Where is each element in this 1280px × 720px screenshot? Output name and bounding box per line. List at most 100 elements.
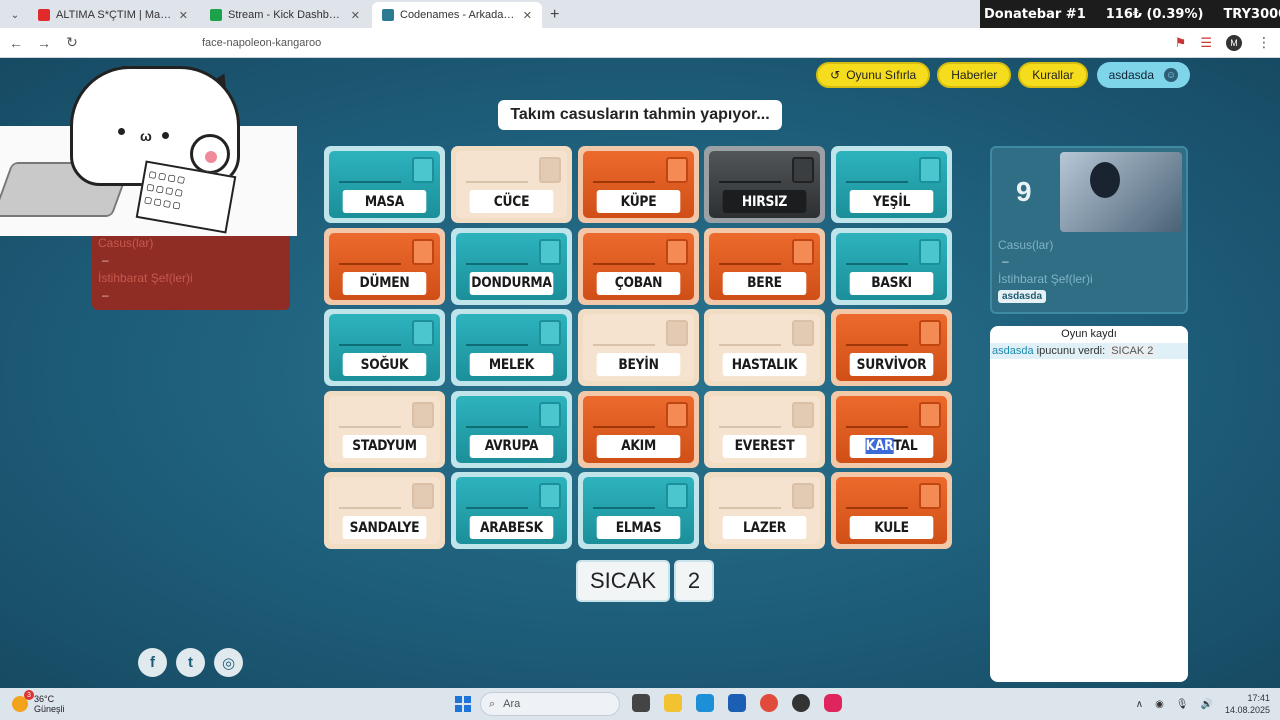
red-operatives-value: – [102,253,109,267]
url-text[interactable]: face-napoleon-kangaroo [202,37,321,49]
extension-icon-2[interactable]: ☰ [1200,35,1212,51]
cat-paw [190,134,230,174]
clock[interactable]: 17:41 14.08.2025 [1225,692,1270,716]
agent-silhouette-icon [665,157,688,183]
current-clue: SICAK 2 [576,560,715,602]
taskbar-search[interactable]: ⌕ Ara [480,692,620,716]
browser-tab-1[interactable]: ALTIMA S*ÇTIM | Madara... ✕ [28,2,198,28]
user-button[interactable]: asdasda ☺ [1096,62,1190,88]
back-icon[interactable]: ← [8,35,24,51]
close-tab-icon[interactable]: ✕ [523,9,532,22]
clue-word: SICAK [576,560,671,602]
word-card[interactable]: BEYİN [577,309,699,387]
store-icon[interactable] [728,694,746,712]
log-entry-action: ipucunu verdi: [1033,345,1109,357]
app-icon[interactable] [824,694,842,712]
menu-icon[interactable]: ⋮ [1256,34,1272,51]
blue-team-score: 9 [1016,176,1032,207]
word-card[interactable]: SURVİVOR [831,309,953,387]
windows-taskbar: 3 36°C Güneşli ⌕ Ara ∧ ◉ 🎙 🔊 17:41 14.08… [0,688,1280,720]
agent-silhouette-icon [538,320,561,347]
top-buttons: ↺ Oyunu Sıfırla Haberler Kurallar asdasd… [816,62,1190,88]
word-card[interactable]: STADYUM [324,390,445,468]
browser-tab-2[interactable]: Stream - Kick Dashboard ✕ [200,2,370,28]
card-face: SURVİVOR [836,314,948,382]
card-divider [465,262,528,265]
card-divider [846,507,909,510]
facebook-icon[interactable]: f [138,648,167,677]
word-card[interactable]: MELEK [450,309,572,387]
new-tab-button[interactable]: + [550,6,559,24]
card-divider [465,181,528,183]
card-face: ELMAS [582,477,694,545]
agent-silhouette-icon [412,401,434,428]
taskbar-search-placeholder: Ara [503,698,521,710]
browser-tab-3[interactable]: Codenames - Arkadaşlarınızla ç ✕ [372,2,542,28]
agent-silhouette-icon [792,157,815,183]
word-card[interactable]: KÜPE [577,146,699,223]
chrome-icon[interactable] [760,694,778,712]
date: 14.08.2025 [1224,705,1270,715]
word-card[interactable]: ÇOBAN [577,227,699,305]
agent-silhouette-icon [665,320,688,347]
card-face: SANDALYE [329,477,440,545]
card-divider [465,425,528,428]
agent-silhouette-icon [792,483,815,510]
word-card[interactable]: KAR TAL [831,390,953,468]
news-button[interactable]: Haberler [937,62,1012,88]
log-entry: asdasda ipucunu verdi: SICAK 2 [990,343,1188,359]
kick-favicon-icon [210,9,222,21]
forward-icon[interactable]: → [36,35,52,51]
social-links: f t ◎ [138,648,243,677]
word-card[interactable]: CÜCE [450,146,572,223]
reset-game-button[interactable]: ↺ Oyunu Sıfırla [816,62,931,88]
word-card[interactable]: BERE [704,227,826,305]
word-card[interactable]: SANDALYE [324,472,445,550]
close-tab-icon[interactable]: ✕ [351,9,360,22]
windows-start-icon[interactable] [455,696,471,712]
mic-icon[interactable]: 🎙 [1176,699,1189,710]
word-card[interactable]: HIRSIZ [704,146,826,223]
agent-silhouette-icon [792,238,815,265]
word-card[interactable]: DÜMEN [324,227,445,305]
card-face: HIRSIZ [709,151,821,218]
task-view-icon[interactable] [632,694,650,712]
word-card[interactable]: KULE [831,472,953,550]
blue-operatives-label: Casus(lar) [998,238,1054,252]
tab-search-icon[interactable]: ⌄ [4,4,26,26]
word-card[interactable]: EVEREST [704,390,826,468]
word-card[interactable]: SOĞUK [324,309,445,387]
obs-icon[interactable] [792,694,810,712]
tray-chevron-icon[interactable]: ∧ [1136,699,1143,710]
close-tab-icon[interactable]: ✕ [179,9,188,22]
word-card[interactable]: ELMAS [577,472,699,550]
rules-button[interactable]: Kurallar [1018,62,1088,88]
network-icon[interactable]: ◉ [1155,699,1164,710]
word-card[interactable]: YEŞİL [831,146,953,223]
blue-spymasters-label: İstihbarat Şef(ler)i [998,272,1093,286]
word-card[interactable]: ARABESK [450,472,572,550]
word-card[interactable]: DONDURMA [450,227,572,305]
twitter-icon[interactable]: t [176,648,205,677]
word-card[interactable]: HASTALIK [704,309,826,387]
extension-icon[interactable]: ⚑ [1175,35,1187,51]
card-word: ÇOBAN [596,271,680,295]
word-card[interactable]: MASA [324,146,445,223]
agent-silhouette-icon [665,238,688,265]
edge-icon[interactable] [696,694,714,712]
speaker-icon[interactable]: 🔊 [1201,699,1213,710]
word-card[interactable]: LAZER [704,472,826,550]
card-face: MASA [329,151,440,218]
reload-icon[interactable]: ↻ [64,34,80,51]
word-card[interactable]: AKIM [577,390,699,468]
card-word: YEŞİL [849,190,934,213]
instagram-icon[interactable]: ◎ [214,648,243,677]
card-face: CÜCE [455,151,567,218]
red-operatives-label: Casus(lar) [98,236,154,250]
profile-avatar[interactable]: M [1226,34,1242,51]
agent-silhouette-icon [412,157,434,183]
weather-widget[interactable]: 3 36°C Güneşli [12,690,65,714]
word-card[interactable]: BASKI [831,227,953,305]
file-explorer-icon[interactable] [664,694,682,712]
word-card[interactable]: AVRUPA [450,390,572,468]
